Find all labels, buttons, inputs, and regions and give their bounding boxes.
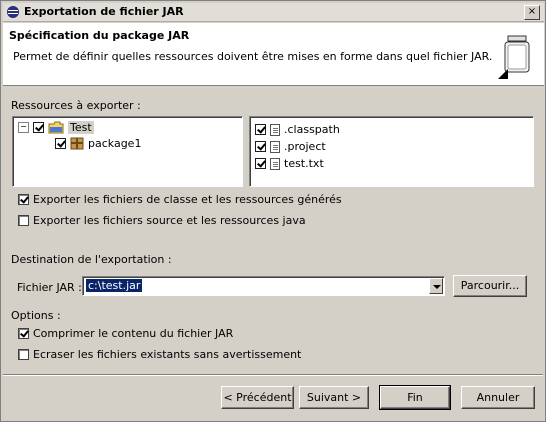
file-item[interactable]: .project [255, 140, 326, 153]
jar-file-label: Fichier JAR : [17, 281, 82, 294]
tree-item-package1[interactable]: package1 [55, 137, 141, 150]
jar-file-combobox[interactable]: c:\test.jar [82, 276, 445, 296]
export-source-files-checkbox[interactable] [18, 215, 29, 226]
compress-checkbox[interactable] [18, 328, 29, 339]
page-description: Permet de définir quelles ressources doi… [13, 50, 493, 63]
file-checkbox[interactable] [255, 158, 266, 169]
overwrite-label: Ecraser les fichiers existants sans aver… [33, 348, 302, 361]
file-label: .classpath [284, 123, 340, 136]
file-icon [270, 140, 280, 153]
export-class-files-option[interactable]: Exporter les fichiers de classe et les r… [18, 193, 342, 206]
close-button[interactable]: × [524, 5, 540, 20]
package-icon [70, 137, 84, 150]
tree-checkbox-package1[interactable] [55, 138, 66, 149]
file-checkbox[interactable] [255, 141, 266, 152]
destination-label: Destination de l'exportation : [11, 253, 172, 266]
file-item[interactable]: test.txt [255, 157, 324, 170]
overwrite-checkbox[interactable] [18, 349, 29, 360]
file-checkbox[interactable] [255, 124, 266, 135]
tree-item-label: package1 [88, 137, 142, 150]
resource-tree[interactable]: − Test package1 [12, 116, 243, 187]
file-item[interactable]: .classpath [255, 123, 340, 136]
resources-label: Ressources à exporter : [11, 99, 141, 112]
jar-icon [504, 35, 530, 73]
overwrite-option[interactable]: Ecraser les fichiers existants sans aver… [18, 348, 301, 361]
back-button[interactable]: < Précédent [221, 386, 294, 409]
page-title: Spécification du package JAR [9, 29, 190, 42]
finish-button[interactable]: Fin [379, 385, 451, 410]
tree-checkbox-test[interactable] [33, 122, 44, 133]
collapse-icon[interactable]: − [18, 122, 29, 133]
export-class-files-label: Exporter les fichiers de classe et les r… [33, 193, 342, 206]
options-label: Options : [11, 309, 61, 322]
export-source-files-option[interactable]: Exporter les fichiers source et les ress… [18, 214, 306, 227]
project-folder-icon [48, 121, 64, 134]
export-class-files-checkbox[interactable] [18, 194, 29, 205]
chevron-down-icon[interactable] [429, 278, 443, 294]
file-label: test.txt [284, 157, 324, 170]
export-source-files-label: Exporter les fichiers source et les ress… [33, 214, 306, 227]
footer-separator [3, 374, 543, 376]
tree-item-test[interactable]: − Test [18, 121, 94, 134]
eclipse-icon [7, 6, 19, 18]
close-icon: × [527, 6, 537, 17]
file-icon [270, 123, 280, 136]
tree-item-label: Test [68, 121, 94, 134]
dialog-window: Exportation de fichier JAR × Spécificati… [0, 0, 546, 422]
next-button[interactable]: Suivant > [299, 386, 369, 409]
wizard-header: Spécification du package JAR Permet de d… [3, 23, 544, 86]
file-label: .project [284, 140, 326, 153]
title-bar: Exportation de fichier JAR × [3, 3, 544, 22]
browse-button[interactable]: Parcourir... [453, 275, 527, 297]
compress-label: Comprimer le contenu du fichier JAR [33, 327, 234, 340]
resource-file-list[interactable]: .classpath .project test.txt [249, 116, 534, 187]
cancel-button[interactable]: Annuler [461, 386, 535, 409]
jar-file-value[interactable]: c:\test.jar [86, 279, 143, 292]
file-icon [270, 157, 280, 170]
window-title: Exportation de fichier JAR [24, 5, 184, 18]
compress-option[interactable]: Comprimer le contenu du fichier JAR [18, 327, 233, 340]
header-corner-decoration [498, 69, 508, 79]
